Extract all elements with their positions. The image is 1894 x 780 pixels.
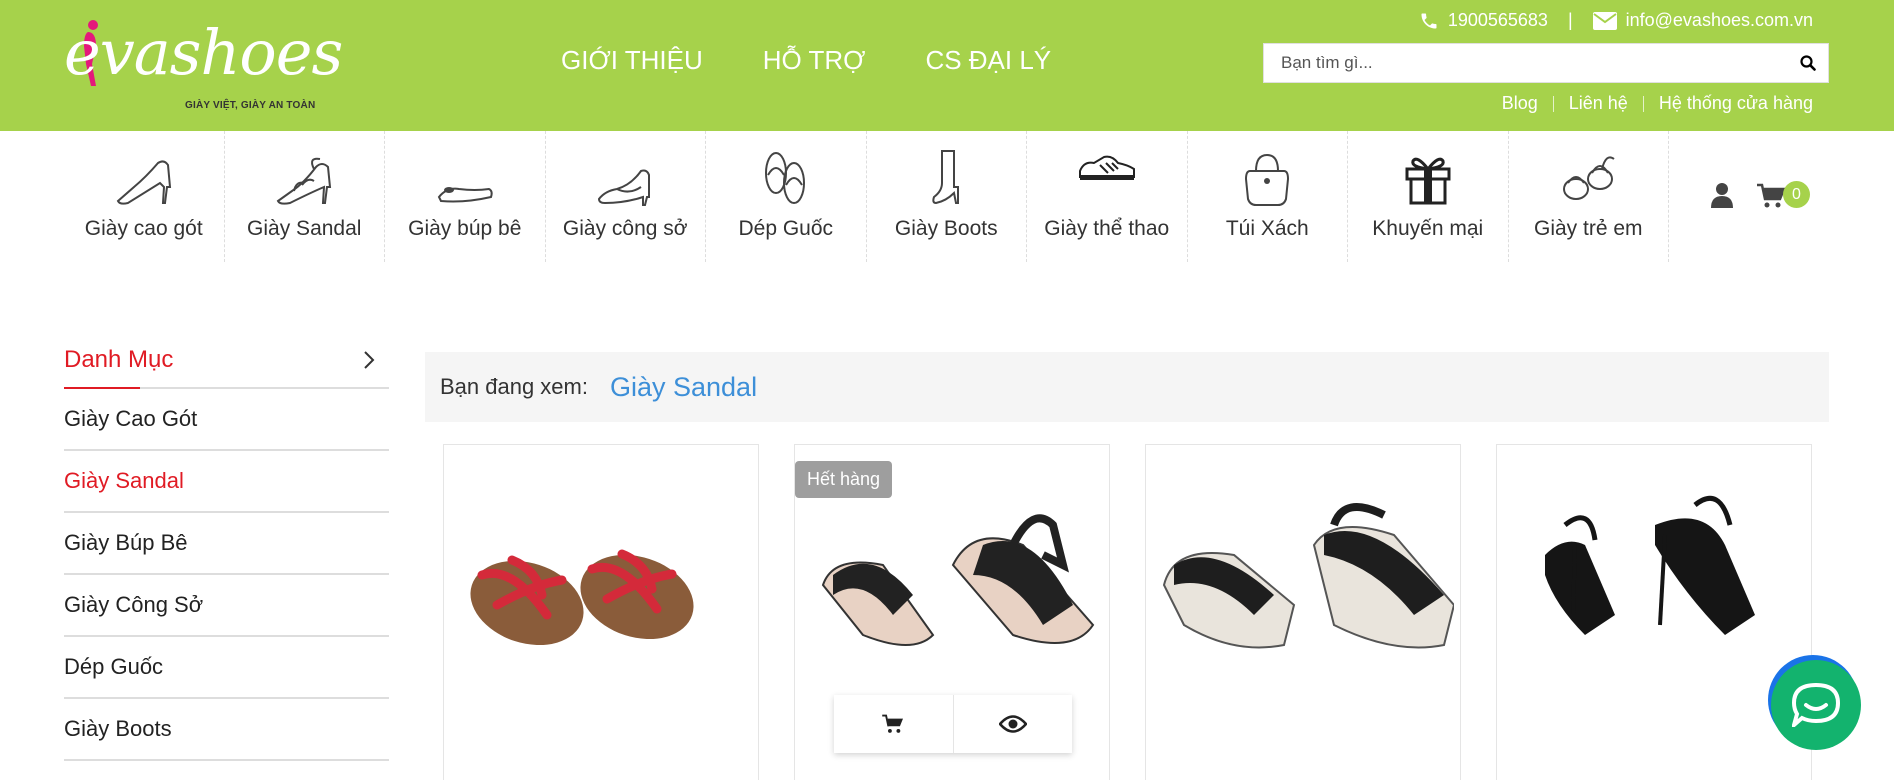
category-giay-tre-em[interactable]: Giày trẻ em [1509, 131, 1669, 262]
contact-info: 1900565683 | info@evashoes.com.vn [1419, 10, 1813, 31]
nav-gioi-thieu[interactable]: GIỚI THIỆU [561, 45, 703, 76]
kids-shoe-icon [1563, 156, 1615, 200]
flip-flop-icon [764, 152, 805, 204]
sidebar-item-giay-cong-so[interactable]: Giày Công Sở [64, 575, 389, 637]
sidebar-header[interactable]: Danh Mục [64, 336, 389, 389]
category-giay-cong-so[interactable]: Giày công sở [546, 131, 706, 262]
category-sidebar: Danh Mục Giày Cao Gót Giày Sandal Giày B… [64, 336, 389, 761]
category-label: Giày công sở [562, 217, 688, 240]
sidebar-item-giay-bup-be[interactable]: Giày Búp Bê [64, 513, 389, 575]
cart-icon [882, 714, 904, 733]
link-he-thong-cua-hang[interactable]: Hệ thống cửa hàng [1659, 93, 1813, 114]
chat-bubble-icon [1792, 683, 1840, 727]
handbag-icon [1245, 153, 1290, 206]
product-card[interactable]: Hết hàng [794, 444, 1110, 780]
contact-separator: | [1567, 10, 1573, 30]
search-box [1263, 43, 1829, 83]
product-actions [834, 695, 1072, 753]
category-label: Giày trẻ em [1533, 217, 1643, 240]
link-blog[interactable]: Blog [1502, 93, 1538, 114]
product-card[interactable] [1145, 444, 1461, 780]
search-button[interactable] [1788, 44, 1828, 82]
user-account-icon[interactable] [1710, 182, 1734, 208]
sneaker-icon [1078, 155, 1135, 180]
product-image-black-wedge[interactable] [803, 485, 1103, 685]
category-giay-cao-got[interactable]: Giày cao gót [64, 131, 225, 262]
category-dep-guoc[interactable]: Dép Guốc [706, 131, 867, 262]
category-giay-the-thao[interactable]: Giày thể thao [1027, 131, 1188, 262]
phone-number[interactable]: 1900565683 [1448, 10, 1548, 31]
gift-icon [1405, 157, 1451, 205]
chevron-right-icon[interactable] [363, 350, 375, 370]
cart-count-badge[interactable]: 0 [1783, 181, 1810, 208]
divider [1552, 95, 1554, 112]
breadcrumb-current[interactable]: Giày Sandal [610, 372, 757, 403]
breadcrumb: Bạn đang xem: Giày Sandal [425, 352, 1829, 422]
category-label: Giày Sandal [247, 217, 362, 240]
sidebar-title-underline [64, 387, 140, 389]
category-giay-bup-be[interactable]: Giày búp bê [385, 131, 546, 262]
product-image-red-sandals[interactable] [452, 485, 752, 685]
email-address[interactable]: info@evashoes.com.vn [1626, 10, 1813, 31]
link-lien-he[interactable]: Liên hệ [1569, 93, 1628, 114]
brand-logo[interactable]: evashoes GIÀY VIỆT, GIÀY AN TOÀN [64, 18, 343, 118]
eye-icon [998, 715, 1027, 733]
nav-cs-dai-ly[interactable]: CS ĐẠI LÝ [925, 45, 1051, 76]
logo-wordmark: evashoes [64, 16, 343, 89]
sandal-icon [276, 157, 332, 205]
category-giay-sandal[interactable]: Giày Sandal [225, 131, 385, 262]
category-label: Túi Xách [1225, 217, 1309, 240]
category-tui-xach[interactable]: Túi Xách [1188, 131, 1348, 262]
category-label: Giày Boots [894, 217, 998, 240]
nav-ho-tro[interactable]: HỖ TRỢ [763, 45, 866, 76]
out-of-stock-badge: Hết hàng [795, 461, 893, 498]
cart-icon[interactable] [1756, 183, 1786, 209]
category-giay-boots[interactable]: Giày Boots [867, 131, 1027, 262]
header-sublinks: Blog Liên hệ Hệ thống cửa hàng [1502, 93, 1813, 114]
product-image-black-platform-wedge[interactable] [1154, 485, 1454, 685]
category-khuyen-mai[interactable]: Khuyến mại [1348, 131, 1509, 262]
mail-icon [1592, 11, 1617, 30]
product-image-black-heels[interactable] [1505, 485, 1805, 685]
sidebar-item-dep-guoc[interactable]: Dép Guốc [64, 637, 389, 699]
flat-shoe-icon [437, 187, 493, 203]
office-shoe-icon [598, 169, 651, 206]
search-input[interactable] [1264, 44, 1788, 82]
quick-view-button[interactable] [952, 695, 1073, 753]
category-label: Dép Guốc [738, 217, 834, 240]
category-label: Khuyến mại [1372, 217, 1484, 240]
main-nav: GIỚI THIỆU HỖ TRỢ CS ĐẠI LÝ [561, 45, 1051, 76]
category-label: Giày búp bê [408, 217, 522, 240]
sidebar-item-giay-cao-got[interactable]: Giày Cao Gót [64, 389, 389, 451]
breadcrumb-prefix: Bạn đang xem: [440, 374, 588, 399]
chat-widget-button[interactable] [1771, 660, 1861, 750]
sidebar-title: Danh Mục [64, 345, 174, 373]
product-card[interactable] [1496, 444, 1812, 780]
boot-icon [932, 150, 960, 205]
header: evashoes GIÀY VIỆT, GIÀY AN TOÀN GIỚI TH… [0, 0, 1894, 131]
category-label: Giày thể thao [1044, 217, 1170, 240]
sidebar-item-giay-sandal[interactable]: Giày Sandal [64, 451, 389, 513]
phone-icon [1421, 13, 1437, 28]
category-label: Giày cao gót [84, 217, 203, 240]
product-card[interactable] [443, 444, 759, 780]
search-icon [1800, 55, 1816, 71]
add-to-cart-button[interactable] [834, 695, 953, 753]
high-heel-icon [116, 160, 171, 205]
category-bar: Giày cao gót Giày Sandal Giày búp bê Già… [64, 131, 1669, 262]
logo-tagline: GIÀY VIỆT, GIÀY AN TOÀN [185, 100, 316, 111]
sidebar-item-giay-boots[interactable]: Giày Boots [64, 699, 389, 761]
divider [1642, 95, 1644, 112]
